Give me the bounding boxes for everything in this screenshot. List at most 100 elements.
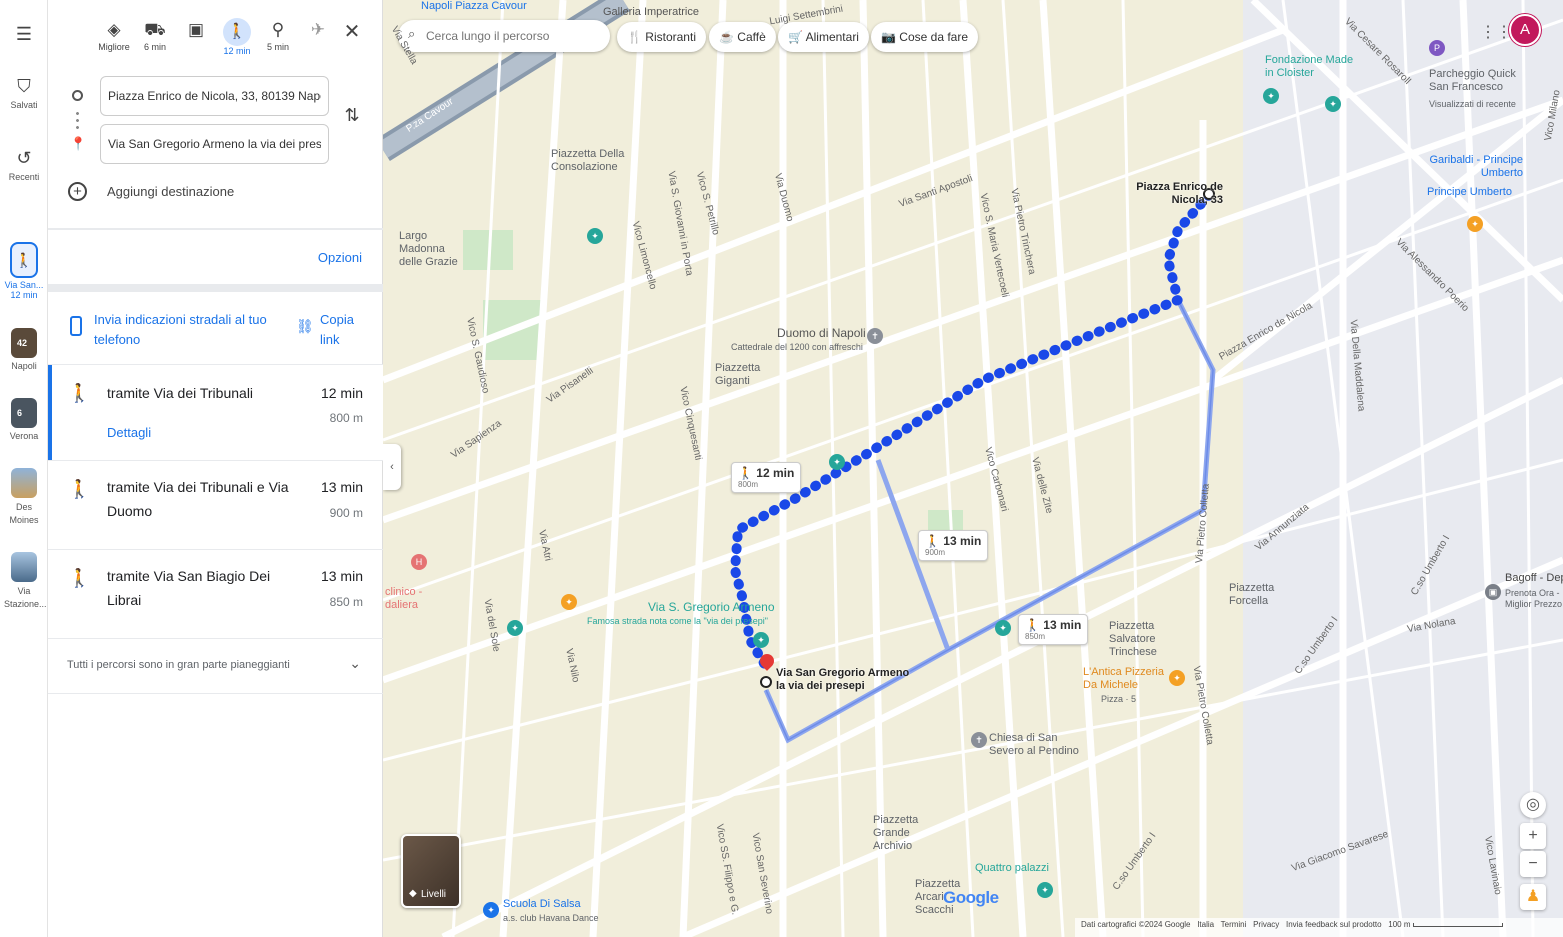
route-title: tramite Via San Biagio Dei Librai <box>107 568 271 608</box>
poi-largo-madonna[interactable]: Largo Madonna delle Grazie <box>399 230 459 269</box>
poi-scuola-salsa[interactable]: Scuola Di Salsa <box>503 898 581 910</box>
poi-pin-icon[interactable]: ✦ <box>995 620 1011 636</box>
layers-button[interactable]: ◆ Livelli <box>401 834 461 908</box>
poi-pin-icon[interactable]: ✦ <box>1263 88 1279 104</box>
poi-piazzetta-giganti[interactable]: Piazzetta Giganti <box>715 362 775 388</box>
zoom-in-button[interactable]: + <box>1520 823 1546 849</box>
route-badge-13min-a[interactable]: 🚶 13 min 900m <box>918 530 989 561</box>
badge-distance: 900m <box>925 548 946 557</box>
poi-pin-icon[interactable]: ✦ <box>1325 96 1341 112</box>
layers-label: Livelli <box>421 889 447 900</box>
current-trip-button[interactable]: 🚶 Via San... 12 min <box>0 242 48 300</box>
mode-car[interactable]: ⛟ 6 min <box>135 18 175 52</box>
poi-duomo[interactable]: Duomo di Napoli <box>777 326 866 340</box>
poi-pin-icon[interactable]: ✦ <box>753 632 769 648</box>
poi-napoli-cavour[interactable]: Napoli Piazza Cavour <box>421 0 527 12</box>
swap-arrows-icon: ⇅ <box>344 105 360 125</box>
copy-link-button[interactable]: ⛓ Copia link <box>296 310 376 350</box>
route-time: 13 min <box>320 568 363 584</box>
poi-garibaldi[interactable]: Garibaldi - Principe Umberto <box>1423 154 1523 180</box>
poi-clinico[interactable]: clinico - daliera <box>385 586 427 612</box>
region-link[interactable]: Italia <box>1197 920 1214 929</box>
close-button[interactable]: ✕ <box>340 18 364 46</box>
bookmark-icon: ⛉ <box>17 76 31 96</box>
mode-bike[interactable]: ⚲ 5 min <box>258 18 298 52</box>
recent-place-via-stazione[interactable]: Via Stazione... <box>4 552 47 611</box>
route-title: tramite Via dei Tribunali e Via Duomo <box>107 479 289 519</box>
menu-button[interactable]: ☰ <box>0 24 48 48</box>
routes-footer[interactable]: Tutti i percorsi sono in gran parte pian… <box>48 639 383 693</box>
poi-piazzetta-consolazione[interactable]: Piazzetta Della Consolazione <box>551 148 631 174</box>
poi-parcheggio[interactable]: Parcheggio Quick San Francesco <box>1429 68 1529 94</box>
send-to-phone-button[interactable]: Invia indicazioni stradali al tuo telefo… <box>68 310 278 350</box>
route-search-box[interactable]: ⌕ <box>398 20 610 52</box>
left-rail: ☰ ⛉ Salvati ↺ Recenti 🚶 Via San... 12 mi… <box>0 0 48 937</box>
poi-piazzetta-grande[interactable]: Piazzetta Grande Archivio <box>873 814 933 853</box>
poi-pin-icon[interactable]: ✝ <box>867 328 883 344</box>
mode-transit[interactable]: ▣ <box>176 18 216 42</box>
poi-galleria[interactable]: Galleria Imperatrice <box>603 6 699 18</box>
route-badge-13min-b[interactable]: 🚶 13 min 850m <box>1018 614 1089 645</box>
options-link[interactable]: Opzioni <box>318 250 362 265</box>
poi-via-sgregorio-subtitle: Famosa strada nota come la "via dei pres… <box>587 616 768 626</box>
route-search-input[interactable] <box>424 24 600 48</box>
chip-label: Alimentari <box>805 30 859 44</box>
poi-pin-icon[interactable]: ✦ <box>1037 882 1053 898</box>
poi-principe-umberto[interactable]: Principe Umberto <box>1427 186 1512 198</box>
zoom-out-button[interactable]: − <box>1520 851 1546 877</box>
recent-place-verona[interactable]: 6 Verona <box>6 398 42 441</box>
poi-pin-icon[interactable]: P <box>1429 40 1445 56</box>
poi-pin-icon[interactable]: ✦ <box>1467 216 1483 232</box>
route-option-2[interactable]: 🚶 tramite Via dei Tribunali e Via Duomo … <box>48 461 383 549</box>
poi-quattro-palazzi[interactable]: Quattro palazzi <box>975 862 1049 874</box>
collapse-panel-button[interactable]: ‹ <box>383 444 401 490</box>
poi-pin-icon[interactable]: ✦ <box>483 902 499 918</box>
origin-input[interactable] <box>100 76 329 116</box>
poi-pin-icon[interactable]: ✦ <box>507 620 523 636</box>
mode-walk[interactable]: 🚶 12 min <box>217 18 257 56</box>
pegman-icon: ♟ <box>1525 888 1541 905</box>
recent-button[interactable]: ↺ Recenti <box>0 148 48 182</box>
map-canvas[interactable]: ⌕ 🍴 Ristoranti ☕ Caffè 🛒 Alimentari 📷 Co… <box>383 0 1563 937</box>
route-option-1[interactable]: 🚶 tramite Via dei Tribunali 12 min 800 m… <box>48 365 383 460</box>
my-location-button[interactable]: ◎ <box>1520 792 1546 818</box>
poi-chiesa[interactable]: Chiesa di San Severo al Pendino <box>989 732 1089 758</box>
terms-link[interactable]: Termini <box>1221 920 1247 929</box>
saved-button[interactable]: ⛉ Salvati <box>0 76 48 110</box>
swap-button[interactable]: ⇅ <box>340 105 364 131</box>
poi-antica-pizzeria[interactable]: L'Antica Pizzeria Da Michele <box>1083 666 1173 692</box>
poi-via-sgregorio[interactable]: Via S. Gregorio Armeno <box>648 600 775 614</box>
poi-pin-icon[interactable]: ✦ <box>587 228 603 244</box>
bicycle-icon: ⚲ <box>271 20 285 39</box>
poi-pin-icon[interactable]: ✝ <box>971 732 987 748</box>
privacy-link[interactable]: Privacy <box>1253 920 1279 929</box>
mode-flight[interactable]: ✈ <box>298 18 338 42</box>
chip-groceries[interactable]: 🛒 Alimentari <box>778 22 869 52</box>
street-view-pegman[interactable]: ♟ <box>1520 884 1546 910</box>
recent-place-napoli[interactable]: 42 Napoli <box>6 328 42 371</box>
poi-bagoff[interactable]: Bagoff - Deposito B... <box>1505 572 1563 584</box>
poi-pin-icon[interactable]: ▣ <box>1485 584 1501 600</box>
poi-fondazione[interactable]: Fondazione Made in Cloister <box>1265 54 1355 80</box>
route-badge-12min[interactable]: 🚶 12 min 800m <box>731 462 802 493</box>
avatar[interactable]: A <box>1509 14 1541 46</box>
mode-best[interactable]: ◈ Migliore <box>94 18 134 52</box>
chip-restaurants[interactable]: 🍴 Ristoranti <box>617 22 706 52</box>
route-time: 12 min <box>320 385 363 401</box>
plus-icon: + <box>1528 827 1538 844</box>
chip-label: Ristoranti <box>645 30 696 44</box>
poi-piazzetta-forcella[interactable]: Piazzetta Forcella <box>1229 582 1289 608</box>
poi-pin-icon[interactable]: ✦ <box>1169 670 1185 686</box>
poi-pin-icon[interactable]: ✦ <box>829 454 845 470</box>
chip-coffee[interactable]: ☕ Caffè <box>709 22 776 52</box>
recent-place-des-moines[interactable]: Des Moines <box>6 468 42 527</box>
details-link[interactable]: Dettagli <box>107 425 151 440</box>
poi-piazzetta-salvatore[interactable]: Piazzetta Salvatore Trinchese <box>1109 620 1189 659</box>
feedback-link[interactable]: Invia feedback sul prodotto <box>1286 920 1382 929</box>
route-option-3[interactable]: 🚶 tramite Via San Biagio Dei Librai 13 m… <box>48 550 383 638</box>
destination-input[interactable] <box>100 124 329 164</box>
poi-pin-icon[interactable]: ✦ <box>561 594 577 610</box>
poi-pin-icon[interactable]: H <box>411 554 427 570</box>
apps-grid-icon[interactable]: ⋮⋮ <box>1480 22 1512 42</box>
chip-things-to-do[interactable]: 📷 Cose da fare <box>871 22 979 52</box>
